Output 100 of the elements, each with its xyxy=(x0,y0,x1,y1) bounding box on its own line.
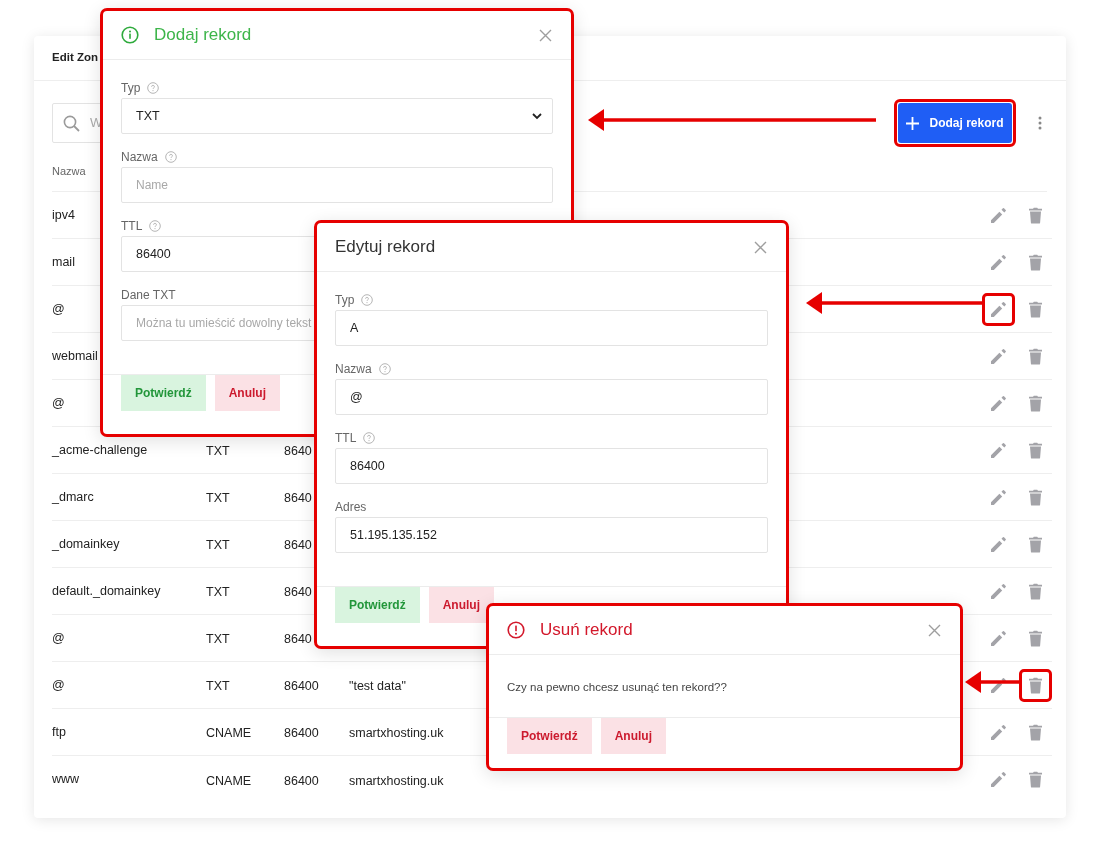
field-label: Nazwa xyxy=(335,361,372,378)
confirm-button[interactable]: Potwierdź xyxy=(507,718,592,754)
pencil-icon xyxy=(990,394,1007,412)
table-cell: TXT xyxy=(206,491,230,505)
pencil-icon xyxy=(990,347,1007,365)
trash-icon xyxy=(1029,676,1042,694)
pencil-icon xyxy=(990,488,1007,506)
table-cell-text: ftp xyxy=(52,723,66,741)
input-field[interactable]: Name xyxy=(121,167,553,203)
table-cell-text: _acme-challenge xyxy=(52,441,148,459)
plus-icon xyxy=(906,116,920,130)
pencil-icon xyxy=(990,206,1007,224)
cancel-button[interactable]: Anuluj xyxy=(600,718,666,754)
more-icon[interactable] xyxy=(1038,116,1042,130)
alert-icon xyxy=(507,621,525,639)
field-label: TTL xyxy=(335,430,357,447)
field-label: Typ xyxy=(335,292,355,309)
table-cell-text: webmail xyxy=(52,347,98,365)
table-cell: 8640 xyxy=(284,538,312,552)
table-cell: TXT xyxy=(206,585,230,599)
table-cell: 86400 xyxy=(284,679,319,693)
table-cell-text: www xyxy=(52,771,80,789)
pencil-icon xyxy=(990,723,1007,741)
trash-icon xyxy=(1029,488,1042,506)
close-icon xyxy=(927,623,941,637)
pencil-icon xyxy=(990,441,1007,459)
table-cell: 86400 xyxy=(284,726,319,740)
pencil-icon xyxy=(990,676,1007,694)
trash-icon xyxy=(1029,206,1042,224)
table-cell: 8640 xyxy=(284,444,312,458)
confirm-button[interactable]: Potwierdź xyxy=(335,587,420,623)
type-select[interactable]: TXT xyxy=(121,98,553,134)
close-icon xyxy=(753,240,767,254)
cancel-button[interactable]: Anuluj xyxy=(428,587,494,623)
trash-icon xyxy=(1029,629,1042,647)
input-field[interactable]: 86400 xyxy=(335,448,768,484)
table-cell: smartxhosting.uk xyxy=(349,773,444,788)
table-cell-text: _dmarc xyxy=(52,488,94,506)
trash-icon xyxy=(1029,582,1042,600)
chevron-down-icon xyxy=(532,112,542,120)
table-cell: smartxhosting.uk xyxy=(349,726,444,740)
callout-arrow xyxy=(965,671,1019,693)
dialog-title: Usuń rekord xyxy=(540,619,633,642)
field-label: Adres xyxy=(335,499,367,516)
field-label: Typ xyxy=(121,80,141,97)
table-cell: CNAME xyxy=(206,726,252,740)
table-cell-text: mail xyxy=(52,253,75,271)
table-cell-text: @ xyxy=(52,300,65,318)
table-cell: TXT xyxy=(206,444,230,458)
trash-icon xyxy=(1029,441,1042,459)
table-cell-text: default._domainkey xyxy=(52,582,161,600)
card-title: Edit Zon xyxy=(52,50,98,66)
close-icon xyxy=(538,28,552,42)
table-cell: TXT xyxy=(206,632,230,646)
trash-icon xyxy=(1029,771,1042,788)
input-field[interactable]: @ xyxy=(335,379,768,415)
input-field[interactable]: A xyxy=(335,310,768,346)
pencil-icon xyxy=(990,253,1007,271)
table-cell-text: _domainkey xyxy=(52,535,120,553)
trash-icon xyxy=(1029,300,1042,318)
dialog-message: Czy na pewno chcesz usunąć ten rekord?? xyxy=(507,681,727,693)
pencil-icon xyxy=(990,300,1007,318)
close-button[interactable] xyxy=(752,239,768,255)
trash-icon xyxy=(1029,535,1042,553)
column-header: Nazwa xyxy=(52,163,86,179)
table-cell: CNAME xyxy=(206,773,252,788)
trash-icon xyxy=(1029,253,1042,271)
trash-icon xyxy=(1029,723,1042,741)
table-cell: 8640 xyxy=(284,491,312,505)
close-button[interactable] xyxy=(537,27,553,43)
input-field[interactable]: 51.195.135.152 xyxy=(335,517,768,553)
edit-button[interactable] xyxy=(982,292,1015,326)
field-label: Dane TXT xyxy=(121,287,176,304)
table-cell-text: ipv4 xyxy=(52,206,75,224)
dialog-title: Dodaj rekord xyxy=(154,24,252,47)
cancel-button[interactable]: Anuluj xyxy=(214,375,280,411)
pencil-icon xyxy=(990,629,1007,647)
table-cell: 8640 xyxy=(284,632,312,646)
table-cell: 8640 xyxy=(284,585,312,599)
search-icon xyxy=(63,114,80,132)
confirm-button[interactable]: Potwierdź xyxy=(121,375,206,411)
table-cell: TXT xyxy=(206,679,230,693)
field-label: Nazwa xyxy=(121,149,158,166)
table-cell: "test data" xyxy=(349,679,406,693)
table-cell-text: @ xyxy=(52,394,65,412)
table-cell: 86400 xyxy=(284,773,319,788)
trash-icon xyxy=(1029,347,1042,365)
pencil-icon xyxy=(990,582,1007,600)
table-cell-text: @ xyxy=(52,676,65,694)
close-button[interactable] xyxy=(926,622,942,638)
dialog-title: Edytuj rekord xyxy=(335,236,436,259)
add-record-button[interactable]: Dodaj rekord xyxy=(898,103,1012,143)
trash-icon xyxy=(1029,394,1042,412)
field-label: TTL xyxy=(121,218,143,235)
info-icon xyxy=(121,26,139,44)
pencil-icon xyxy=(990,771,1007,788)
pencil-icon xyxy=(990,535,1007,553)
table-cell-text: @ xyxy=(52,629,65,647)
table-cell: TXT xyxy=(206,538,230,552)
delete-button[interactable] xyxy=(1019,668,1052,702)
